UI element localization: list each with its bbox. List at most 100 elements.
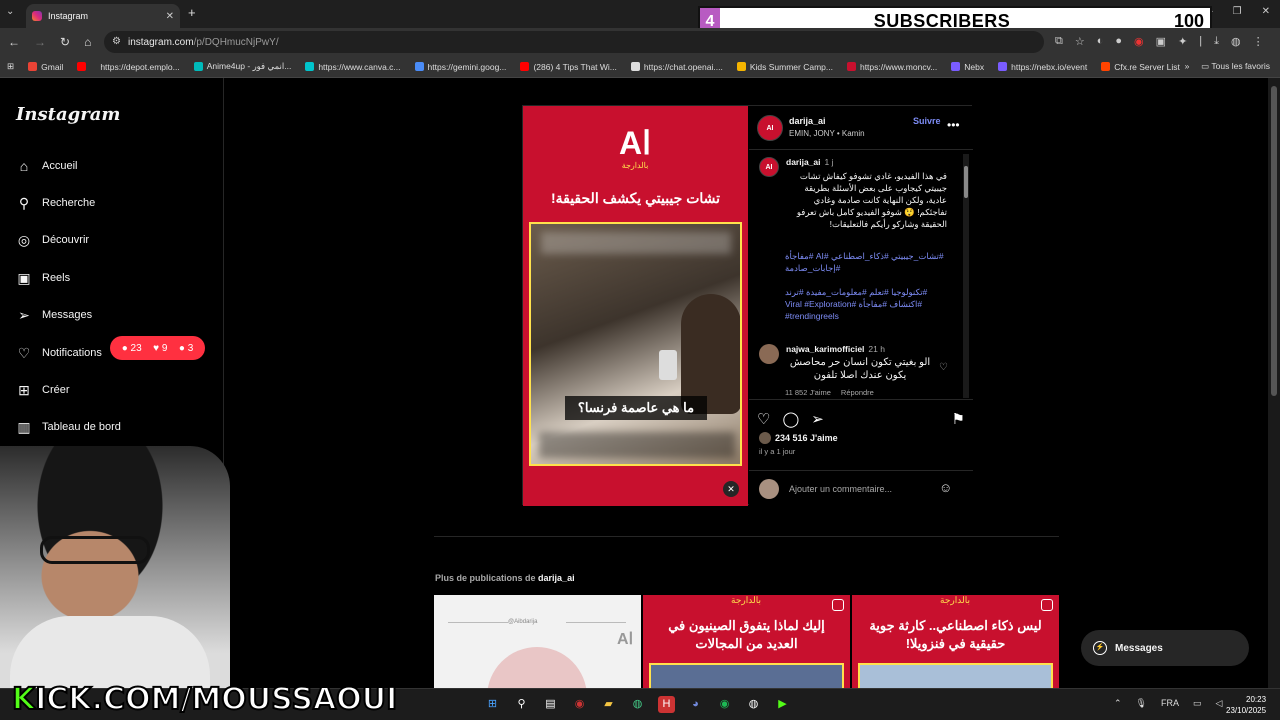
tab-search-icon[interactable]: ⌄ bbox=[6, 6, 14, 17]
tab-instagram[interactable]: Instagram ✕ bbox=[26, 4, 180, 28]
bookmark-nebx[interactable]: Nebx bbox=[944, 62, 991, 72]
url-input[interactable]: ⚙ instagram.com/p/DQHmucNjPwY/ bbox=[104, 31, 1044, 53]
puzzle-icon[interactable]: ✦ bbox=[1178, 35, 1187, 48]
bookmark-gemini[interactable]: https://gemini.goog... bbox=[408, 62, 514, 72]
close-window-icon[interactable]: ✕ bbox=[1262, 6, 1270, 17]
comments-scrollbar[interactable] bbox=[963, 154, 969, 398]
windows-start-icon[interactable]: ⊞ bbox=[484, 696, 501, 713]
bookmark-youtube-video[interactable]: (286) 4 Tips That Wi... bbox=[513, 62, 623, 72]
sidebar-item-explore[interactable]: ◎ Découvrir bbox=[16, 232, 89, 248]
site-info-icon[interactable]: ⚙ bbox=[112, 36, 121, 47]
extension-icon[interactable]: ▣ bbox=[1156, 35, 1166, 48]
download-icon[interactable]: ⤓ bbox=[1214, 35, 1219, 48]
caption-username[interactable]: darija_ai bbox=[786, 157, 821, 167]
save-icon[interactable]: ⚑ bbox=[952, 410, 965, 428]
like-icon[interactable]: ♡ bbox=[757, 410, 770, 428]
language-indicator[interactable]: FRA bbox=[1161, 698, 1179, 709]
close-tab-icon[interactable]: ✕ bbox=[166, 11, 174, 22]
extension-icon[interactable]: ◐ bbox=[1097, 35, 1104, 48]
extension-icon[interactable]: ◉ bbox=[1134, 35, 1144, 48]
task-view-icon[interactable]: ▤ bbox=[542, 696, 559, 713]
spotify-icon[interactable]: ◉ bbox=[716, 696, 733, 713]
scrollbar-thumb[interactable] bbox=[964, 166, 968, 198]
share-icon[interactable]: ➢ bbox=[811, 410, 824, 428]
bookmark-kids-camp[interactable]: Kids Summer Camp... bbox=[730, 62, 840, 72]
sidebar-item-search[interactable]: ⚲ Recherche bbox=[16, 195, 95, 211]
bookmark-depot[interactable]: https://depot.emplo... bbox=[93, 62, 186, 72]
menu-icon[interactable]: ⋮ bbox=[1253, 35, 1264, 48]
bookmark-youtube[interactable] bbox=[70, 62, 93, 71]
network-icon[interactable]: ▭ bbox=[1193, 698, 1202, 709]
comment-like-icon[interactable]: ♡ bbox=[939, 362, 948, 373]
apps-icon[interactable]: ⊞ bbox=[0, 61, 21, 72]
bookmark-chatgpt[interactable]: https://chat.openai.... bbox=[624, 62, 730, 72]
comment-icon[interactable]: ◯ bbox=[782, 410, 799, 428]
search-icon[interactable]: ⚲ bbox=[513, 696, 530, 713]
steam-icon[interactable]: ◍ bbox=[745, 696, 762, 713]
all-bookmarks[interactable]: » ▭ Tous les favoris bbox=[1185, 61, 1270, 72]
post-username[interactable]: darija_ai bbox=[789, 116, 826, 126]
messages-button[interactable]: ⚡ Messages bbox=[1081, 630, 1249, 666]
comment-likes[interactable]: 11 852 J'aime bbox=[785, 388, 831, 397]
maximize-icon[interactable]: ❐ bbox=[1233, 6, 1242, 17]
file-explorer-icon[interactable]: ▰ bbox=[600, 696, 617, 713]
sidebar-item-home[interactable]: ⌂ Accueil bbox=[16, 158, 78, 174]
page-scrollbar[interactable] bbox=[1268, 78, 1280, 688]
clock[interactable]: 20:23 23/10/2025 bbox=[1226, 694, 1266, 716]
sidebar-item-create[interactable]: ⊞ Créer bbox=[16, 382, 70, 398]
grid-post[interactable]: @Aibdarija Aا bbox=[434, 595, 641, 688]
chevron-up-icon[interactable]: ⌃ bbox=[1114, 698, 1122, 709]
microphone-icon[interactable]: 🎙 bbox=[1136, 698, 1147, 709]
more-posts-user[interactable]: darija_ai bbox=[538, 573, 575, 583]
likes-count[interactable]: 234 516 J'aime bbox=[759, 432, 838, 444]
follow-button[interactable]: Suivre bbox=[913, 116, 941, 126]
scrollbar-thumb[interactable] bbox=[1271, 86, 1277, 396]
discord-icon[interactable]: ◕ bbox=[687, 696, 704, 713]
bookmark-moncv[interactable]: https://www.moncv... bbox=[840, 62, 944, 72]
bookmark-gmail[interactable]: Gmail bbox=[21, 62, 70, 72]
extension-icon[interactable]: ● bbox=[1115, 35, 1122, 48]
notifications-badge[interactable]: ● 23 ♥ 9 ● 3 bbox=[110, 336, 205, 360]
avatar[interactable]: AI bbox=[757, 115, 783, 141]
bookmark-cfx[interactable]: Cfx.re Server List bbox=[1094, 62, 1187, 72]
reel-video[interactable]: Aا بالدارجة تشات جيبيتي يكشف الحقيقة! ما… bbox=[523, 106, 748, 506]
grid-post[interactable]: بالدارجة إليك لماذا يتفوق الصينيون في ال… bbox=[643, 595, 850, 688]
sidebar-item-notifications[interactable]: ♡ Notifications bbox=[16, 345, 102, 361]
bookmark-star-icon[interactable]: ☆ bbox=[1075, 35, 1085, 48]
comment-input[interactable]: Ajouter un commentaire... bbox=[789, 484, 892, 494]
hashtags[interactable]: #تكنولوجيا #تعلم #معلومات_مفيدة #ترند #ا… bbox=[785, 286, 947, 322]
grid-post[interactable]: بالدارجة ليس ذكاء اصطناعي.. كارثة جوية ح… bbox=[852, 595, 1059, 688]
kick-icon[interactable]: ▶ bbox=[774, 696, 791, 713]
post-music[interactable]: EMIN, JONY • Kamin bbox=[789, 129, 865, 138]
more-options-icon[interactable]: ••• bbox=[947, 118, 960, 132]
bookmark-canva[interactable]: https://www.canva.c... bbox=[298, 62, 407, 72]
sidebar-item-dashboard[interactable]: ▥ Tableau de bord bbox=[16, 419, 121, 435]
instagram-logo[interactable]: Instagram bbox=[16, 104, 120, 125]
chrome-icon[interactable]: ◍ bbox=[629, 696, 646, 713]
comment-username[interactable]: najwa_karimofficiel bbox=[786, 344, 864, 354]
window-controls: – ❐ ✕ bbox=[1207, 6, 1270, 17]
sidebar-item-reels[interactable]: ▣ Reels bbox=[16, 270, 70, 286]
mute-icon[interactable]: ✕ bbox=[723, 481, 739, 497]
app-icon[interactable]: ◉ bbox=[571, 696, 588, 713]
hashtags[interactable]: #تشات_جيبيتي #ذكاء_اصطناعي #AI #مفاجأة #… bbox=[785, 250, 947, 274]
home-icon: ⌂ bbox=[19, 158, 29, 174]
profile-icon[interactable]: ◍ bbox=[1231, 35, 1241, 48]
new-tab-button[interactable]: + bbox=[188, 5, 196, 20]
back-icon[interactable]: ← bbox=[8, 35, 20, 49]
reply-button[interactable]: Répondre bbox=[841, 388, 874, 397]
forward-icon[interactable]: → bbox=[34, 35, 46, 49]
bookmark-nebx-event[interactable]: https://nebx.io/event bbox=[991, 62, 1094, 72]
volume-icon[interactable]: ◁ bbox=[1216, 698, 1223, 709]
cast-icon[interactable]: ⧉ bbox=[1055, 35, 1063, 48]
bookmark-anime4up[interactable]: Anime4up - انمي فور... bbox=[187, 61, 299, 72]
app-icon[interactable]: H bbox=[658, 696, 675, 713]
sidebar-item-label: Créer bbox=[42, 384, 70, 396]
comments-section: AI darija_ai 1 j في هذا الفيديو، غادي تشو… bbox=[749, 150, 973, 400]
avatar[interactable] bbox=[759, 344, 779, 364]
reload-icon[interactable]: ↻ bbox=[60, 35, 70, 49]
avatar[interactable]: AI bbox=[759, 157, 779, 177]
home-icon[interactable]: ⌂ bbox=[84, 35, 91, 49]
sidebar-item-messages[interactable]: ➢ Messages bbox=[16, 307, 92, 323]
emoji-icon[interactable]: ☺ bbox=[939, 480, 952, 495]
